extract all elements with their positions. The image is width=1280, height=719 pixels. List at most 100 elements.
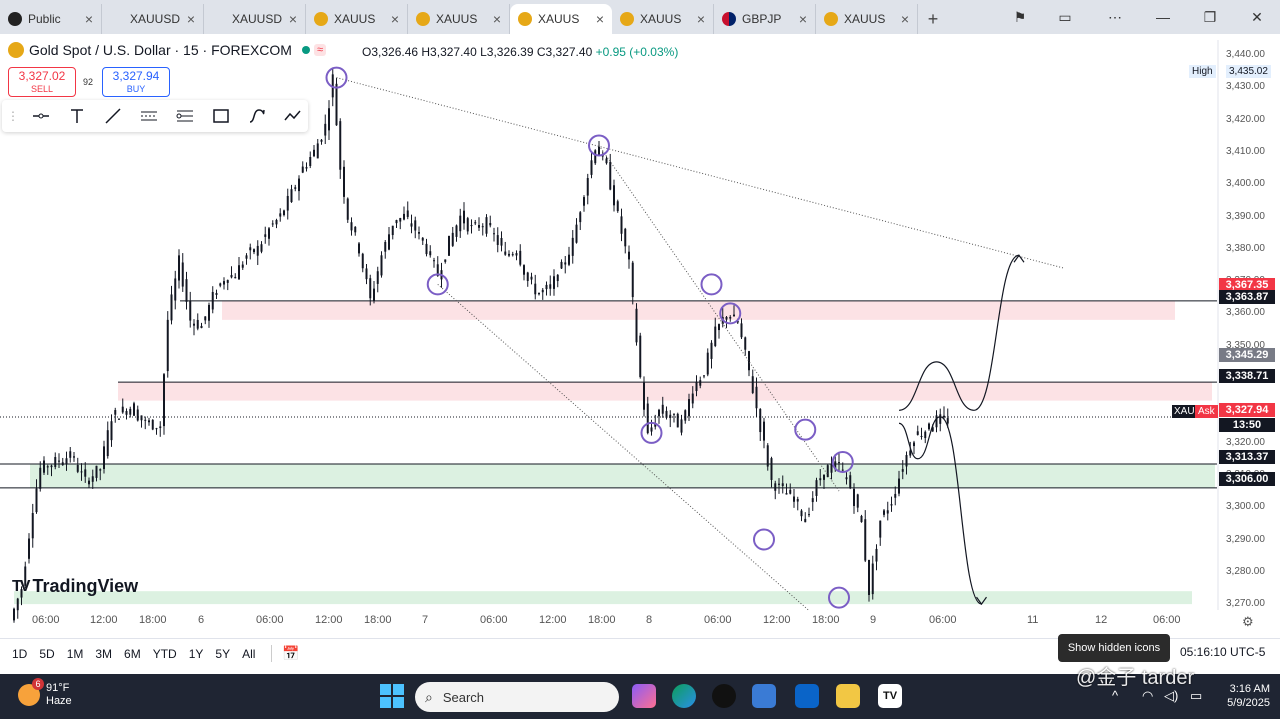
range-button[interactable]: All: [242, 647, 255, 661]
candle-body: [350, 222, 353, 231]
rectangle-icon[interactable]: [210, 105, 232, 127]
sell-price: 3,327.02: [18, 69, 66, 83]
threads-icon[interactable]: [712, 684, 736, 708]
windows-start-icon[interactable]: [380, 684, 404, 708]
horizontal-line-icon[interactable]: [30, 105, 52, 127]
text-tool-icon[interactable]: [66, 105, 88, 127]
candle-body: [871, 563, 874, 595]
tab-close-icon[interactable]: ×: [391, 11, 399, 27]
candle-body: [481, 226, 484, 228]
symbol-header[interactable]: Gold Spot / U.S. Dollar · 15 · FOREXCOM …: [8, 42, 327, 58]
tab-close-icon[interactable]: ×: [901, 11, 909, 27]
parallel-channel-icon[interactable]: [138, 105, 160, 127]
price-label: 3,306.00: [1219, 472, 1275, 486]
price-zone: [118, 382, 1212, 401]
swing-point-marker: [753, 528, 775, 551]
buy-button[interactable]: 3,327.94 BUY: [102, 67, 170, 97]
range-button[interactable]: 3M: [95, 647, 112, 661]
browser-tab[interactable]: XAUUS ×: [816, 4, 918, 34]
browser-tab[interactable]: XAUUS ×: [306, 4, 408, 34]
browser-tab[interactable]: GBPJP ×: [714, 4, 816, 34]
extensions-icon[interactable]: ⚑: [1000, 0, 1040, 34]
candle-body: [493, 233, 495, 235]
minimize-icon[interactable]: —: [1143, 0, 1183, 34]
candle-body: [789, 489, 792, 494]
candle-body: [69, 451, 72, 458]
tab-close-icon[interactable]: ×: [85, 11, 93, 27]
brush-icon[interactable]: [246, 105, 268, 127]
file-explorer-icon[interactable]: [836, 684, 860, 708]
system-clock[interactable]: 3:16 AM 5/9/2025: [1218, 682, 1270, 710]
copilot-icon[interactable]: [632, 684, 656, 708]
candle-body: [935, 415, 938, 428]
candle-body: [639, 335, 642, 378]
high-value: 3,435.02: [1226, 65, 1271, 78]
candle-body: [166, 319, 169, 372]
candle-body: [129, 408, 132, 415]
weather-widget[interactable]: 6 91°F Haze: [18, 678, 72, 708]
trend-line-icon[interactable]: [102, 105, 124, 127]
candle-body: [91, 476, 94, 482]
range-button[interactable]: 1M: [67, 647, 84, 661]
candle-body: [838, 462, 840, 464]
tradingview-logo: TV TradingView: [12, 576, 138, 597]
tab-label: XAUUSD C: [130, 12, 183, 26]
chart-clock[interactable]: 05:16:10 UTC-5: [1180, 645, 1265, 659]
candle-body: [324, 123, 327, 136]
restore-icon[interactable]: ❐: [1190, 0, 1230, 34]
range-button[interactable]: 5Y: [215, 647, 230, 661]
candle-body: [924, 431, 927, 439]
store-icon[interactable]: [752, 684, 776, 708]
show-hidden-icons-chevron-icon[interactable]: ^: [1112, 688, 1118, 703]
outlook-icon[interactable]: [795, 684, 819, 708]
candle-body: [519, 250, 522, 265]
browser-tab[interactable]: XAUUS ×: [408, 4, 510, 34]
tab-close-icon[interactable]: ×: [697, 11, 705, 27]
drag-handle-icon[interactable]: ⋮: [7, 105, 19, 127]
wifi-icon[interactable]: ◠: [1142, 688, 1153, 704]
sell-button[interactable]: 3,327.02 SELL: [8, 67, 76, 97]
candle-body: [406, 210, 409, 217]
new-tab-button[interactable]: +: [918, 4, 948, 34]
tab-close-icon[interactable]: ×: [187, 11, 195, 27]
browser-tab[interactable]: XAUUSD C ×: [102, 4, 204, 34]
candle-body: [283, 210, 285, 216]
time-tick-label: 18:00: [588, 614, 616, 626]
layout-icon[interactable]: ▭: [1045, 0, 1085, 34]
range-button[interactable]: 1Y: [189, 647, 204, 661]
browser-tab[interactable]: XAUUS ×: [612, 4, 714, 34]
candle-body: [241, 264, 244, 268]
tab-close-icon[interactable]: ×: [493, 11, 501, 27]
range-button[interactable]: 6M: [124, 647, 141, 661]
candle-body: [523, 265, 525, 275]
candle-body: [421, 237, 424, 241]
close-window-icon[interactable]: ✕: [1237, 0, 1277, 34]
battery-icon[interactable]: ▭: [1190, 688, 1202, 704]
candle-body: [815, 480, 818, 496]
settings-gear-icon[interactable]: ⚙: [1242, 614, 1254, 630]
candle-body: [444, 259, 447, 262]
fib-retracement-icon[interactable]: [174, 105, 196, 127]
ohlc-close: C3,327.40: [536, 45, 593, 59]
tab-close-icon[interactable]: ×: [596, 11, 604, 27]
candle-body: [414, 220, 417, 231]
date-range-calendar-icon[interactable]: 📅: [271, 645, 300, 662]
more-icon[interactable]: ⋯: [1095, 0, 1135, 34]
system-date: 5/9/2025: [1227, 697, 1270, 709]
tab-close-icon[interactable]: ×: [289, 11, 297, 27]
candle-body: [46, 466, 49, 468]
range-button[interactable]: YTD: [153, 647, 177, 661]
range-button[interactable]: 5D: [39, 647, 54, 661]
candle-body: [804, 518, 807, 523]
tradingview-app-icon[interactable]: TV: [878, 684, 902, 708]
browser-tab[interactable]: XAUUSD C ×: [204, 4, 306, 34]
browser-tab[interactable]: XAUUS ×: [510, 4, 612, 34]
volume-icon[interactable]: ◁): [1164, 688, 1178, 704]
tab-close-icon[interactable]: ×: [799, 11, 807, 27]
path-icon[interactable]: [282, 105, 304, 127]
range-button[interactable]: 1D: [12, 647, 27, 661]
browser-tab[interactable]: Public ×: [0, 4, 102, 34]
price-tick-label: 3,270.00: [1226, 598, 1265, 610]
taskbar-search[interactable]: ⌕ Search: [415, 682, 619, 712]
edge-icon[interactable]: [672, 684, 696, 708]
